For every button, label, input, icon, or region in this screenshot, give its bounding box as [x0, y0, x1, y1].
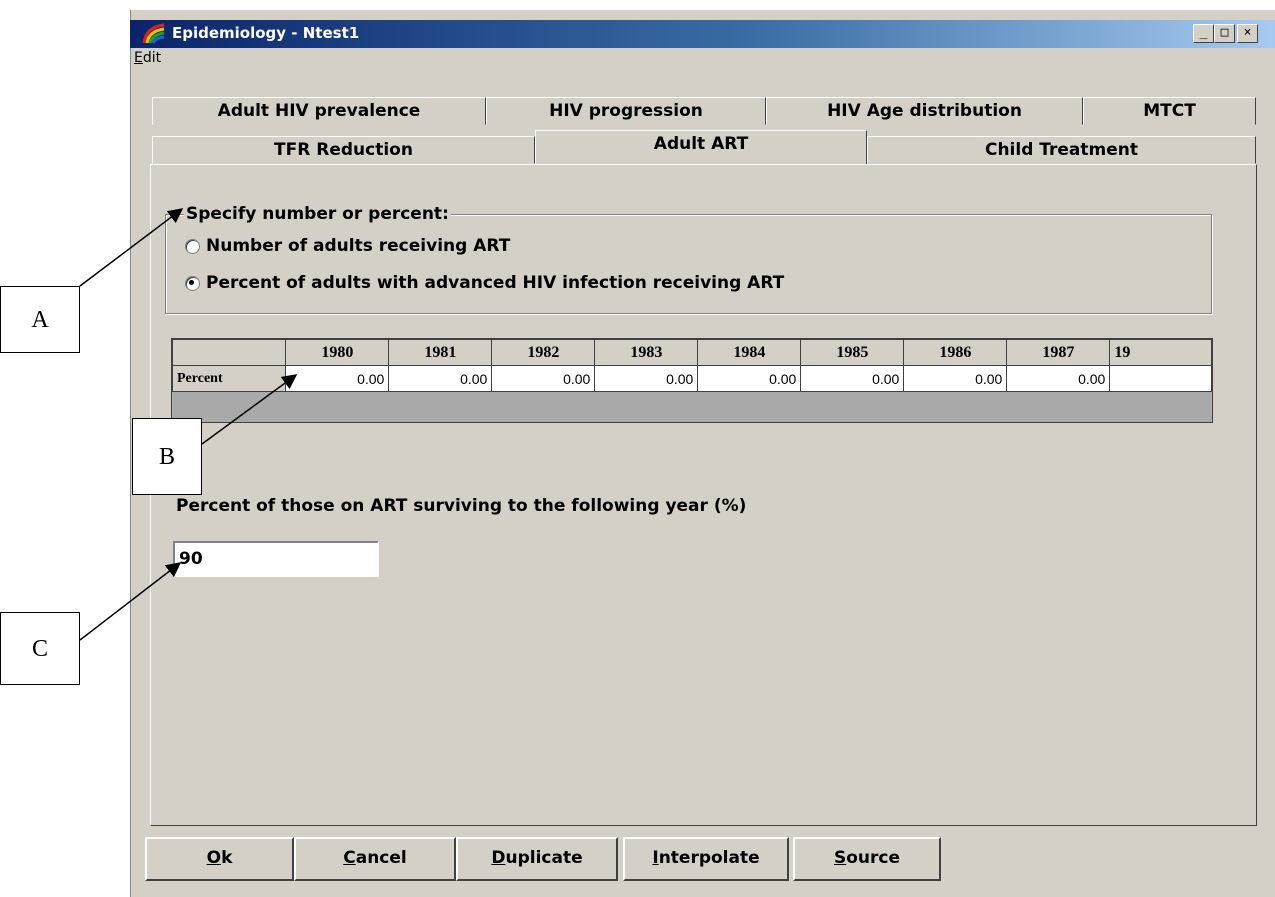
ok-mnemonic: O: [206, 848, 222, 868]
grid-cell[interactable]: 0.00: [800, 365, 905, 392]
close-button[interactable]: ×: [1237, 24, 1258, 43]
callout-c: C: [0, 612, 80, 685]
callout-b: B: [132, 418, 202, 495]
grid-year-header: 1982: [491, 339, 596, 366]
minimize-button[interactable]: _: [1193, 24, 1214, 43]
menu-item-edit[interactable]: Edit: [134, 50, 161, 72]
radio-circle-percent[interactable]: [185, 275, 200, 291]
grid-year-header: 1980: [285, 339, 390, 366]
tab-adult-art[interactable]: Adult ART: [535, 130, 867, 164]
grid-year-header: 1987: [1006, 339, 1111, 366]
survival-label: Percent of those on ART surviving to the…: [176, 496, 747, 516]
grid-header-row: 1980 1981 1982 1983 1984 1985 1986 1987 …: [172, 339, 1212, 366]
duplicate-button[interactable]: Duplicate: [456, 837, 618, 881]
interpolate-label: nterpolate: [658, 848, 760, 868]
radio-number-label: Number of adults receiving ART: [206, 236, 511, 256]
menu-edit-label: dit: [142, 50, 162, 66]
grid-year-header: 1984: [697, 339, 802, 366]
art-percent-grid[interactable]: 1980 1981 1982 1983 1984 1985 1986 1987 …: [171, 338, 1213, 423]
tab-mtct[interactable]: MTCT: [1083, 97, 1256, 125]
grid-cell[interactable]: 0.00: [594, 365, 699, 392]
duplicate-label: uplicate: [505, 848, 583, 868]
app-icon: [142, 23, 166, 45]
grid-cell[interactable]: 0.00: [1006, 365, 1111, 392]
tab-tfr-reduction[interactable]: TFR Reduction: [152, 136, 535, 164]
grid-cell[interactable]: 0.00: [491, 365, 596, 392]
grid-year-header: 1983: [594, 339, 699, 366]
grid-cell[interactable]: 0.00: [903, 365, 1008, 392]
grid-year-header: 19: [1109, 339, 1212, 366]
ok-label: k: [221, 848, 233, 868]
tab-hiv-age-distribution[interactable]: HIV Age distribution: [766, 97, 1083, 125]
source-label: ource: [846, 848, 901, 868]
grid-cell[interactable]: 0.00: [697, 365, 802, 392]
source-button[interactable]: Source: [793, 837, 941, 881]
tab-child-treatment[interactable]: Child Treatment: [867, 136, 1256, 164]
grid-year-header: 1981: [388, 339, 493, 366]
survival-percent-input[interactable]: 90: [173, 541, 379, 577]
radio-number-of-adults[interactable]: Number of adults receiving ART: [185, 236, 510, 256]
source-mnemonic: S: [833, 848, 847, 868]
radio-circle-number[interactable]: [185, 238, 200, 254]
maximize-button[interactable]: □: [1214, 24, 1235, 43]
grid-year-header: 1986: [903, 339, 1008, 366]
ok-button[interactable]: Ok: [145, 837, 294, 881]
window-title: Epidemiology - Ntest1: [172, 24, 360, 42]
radio-percent-of-adults[interactable]: Percent of adults with advanced HIV infe…: [185, 273, 784, 293]
cancel-mnemonic: C: [343, 848, 356, 868]
menu-edit-mnemonic: E: [134, 50, 143, 66]
grid-percent-row: Percent 0.00 0.00 0.00 0.00 0.00 0.00 0.…: [172, 365, 1212, 392]
tab-hiv-progression[interactable]: HIV progression: [486, 97, 766, 125]
duplicate-mnemonic: D: [491, 848, 506, 868]
number-or-percent-group: [165, 214, 1212, 314]
grid-corner-cell: [172, 339, 287, 366]
group-legend: Specify number or percent:: [184, 204, 451, 224]
grid-year-header: 1985: [800, 339, 905, 366]
interpolate-button[interactable]: Interpolate: [623, 837, 789, 881]
grid-cell[interactable]: 0.00: [285, 365, 390, 392]
cancel-button[interactable]: Cancel: [294, 837, 456, 881]
grid-cell[interactable]: [1109, 365, 1212, 392]
callout-a: A: [0, 286, 80, 353]
cancel-label: ancel: [355, 848, 407, 868]
tab-adult-hiv-prevalence[interactable]: Adult HIV prevalence: [152, 97, 486, 125]
grid-row-label: Percent: [172, 365, 287, 392]
grid-cell[interactable]: 0.00: [388, 365, 493, 392]
radio-percent-label: Percent of adults with advanced HIV infe…: [206, 273, 785, 293]
